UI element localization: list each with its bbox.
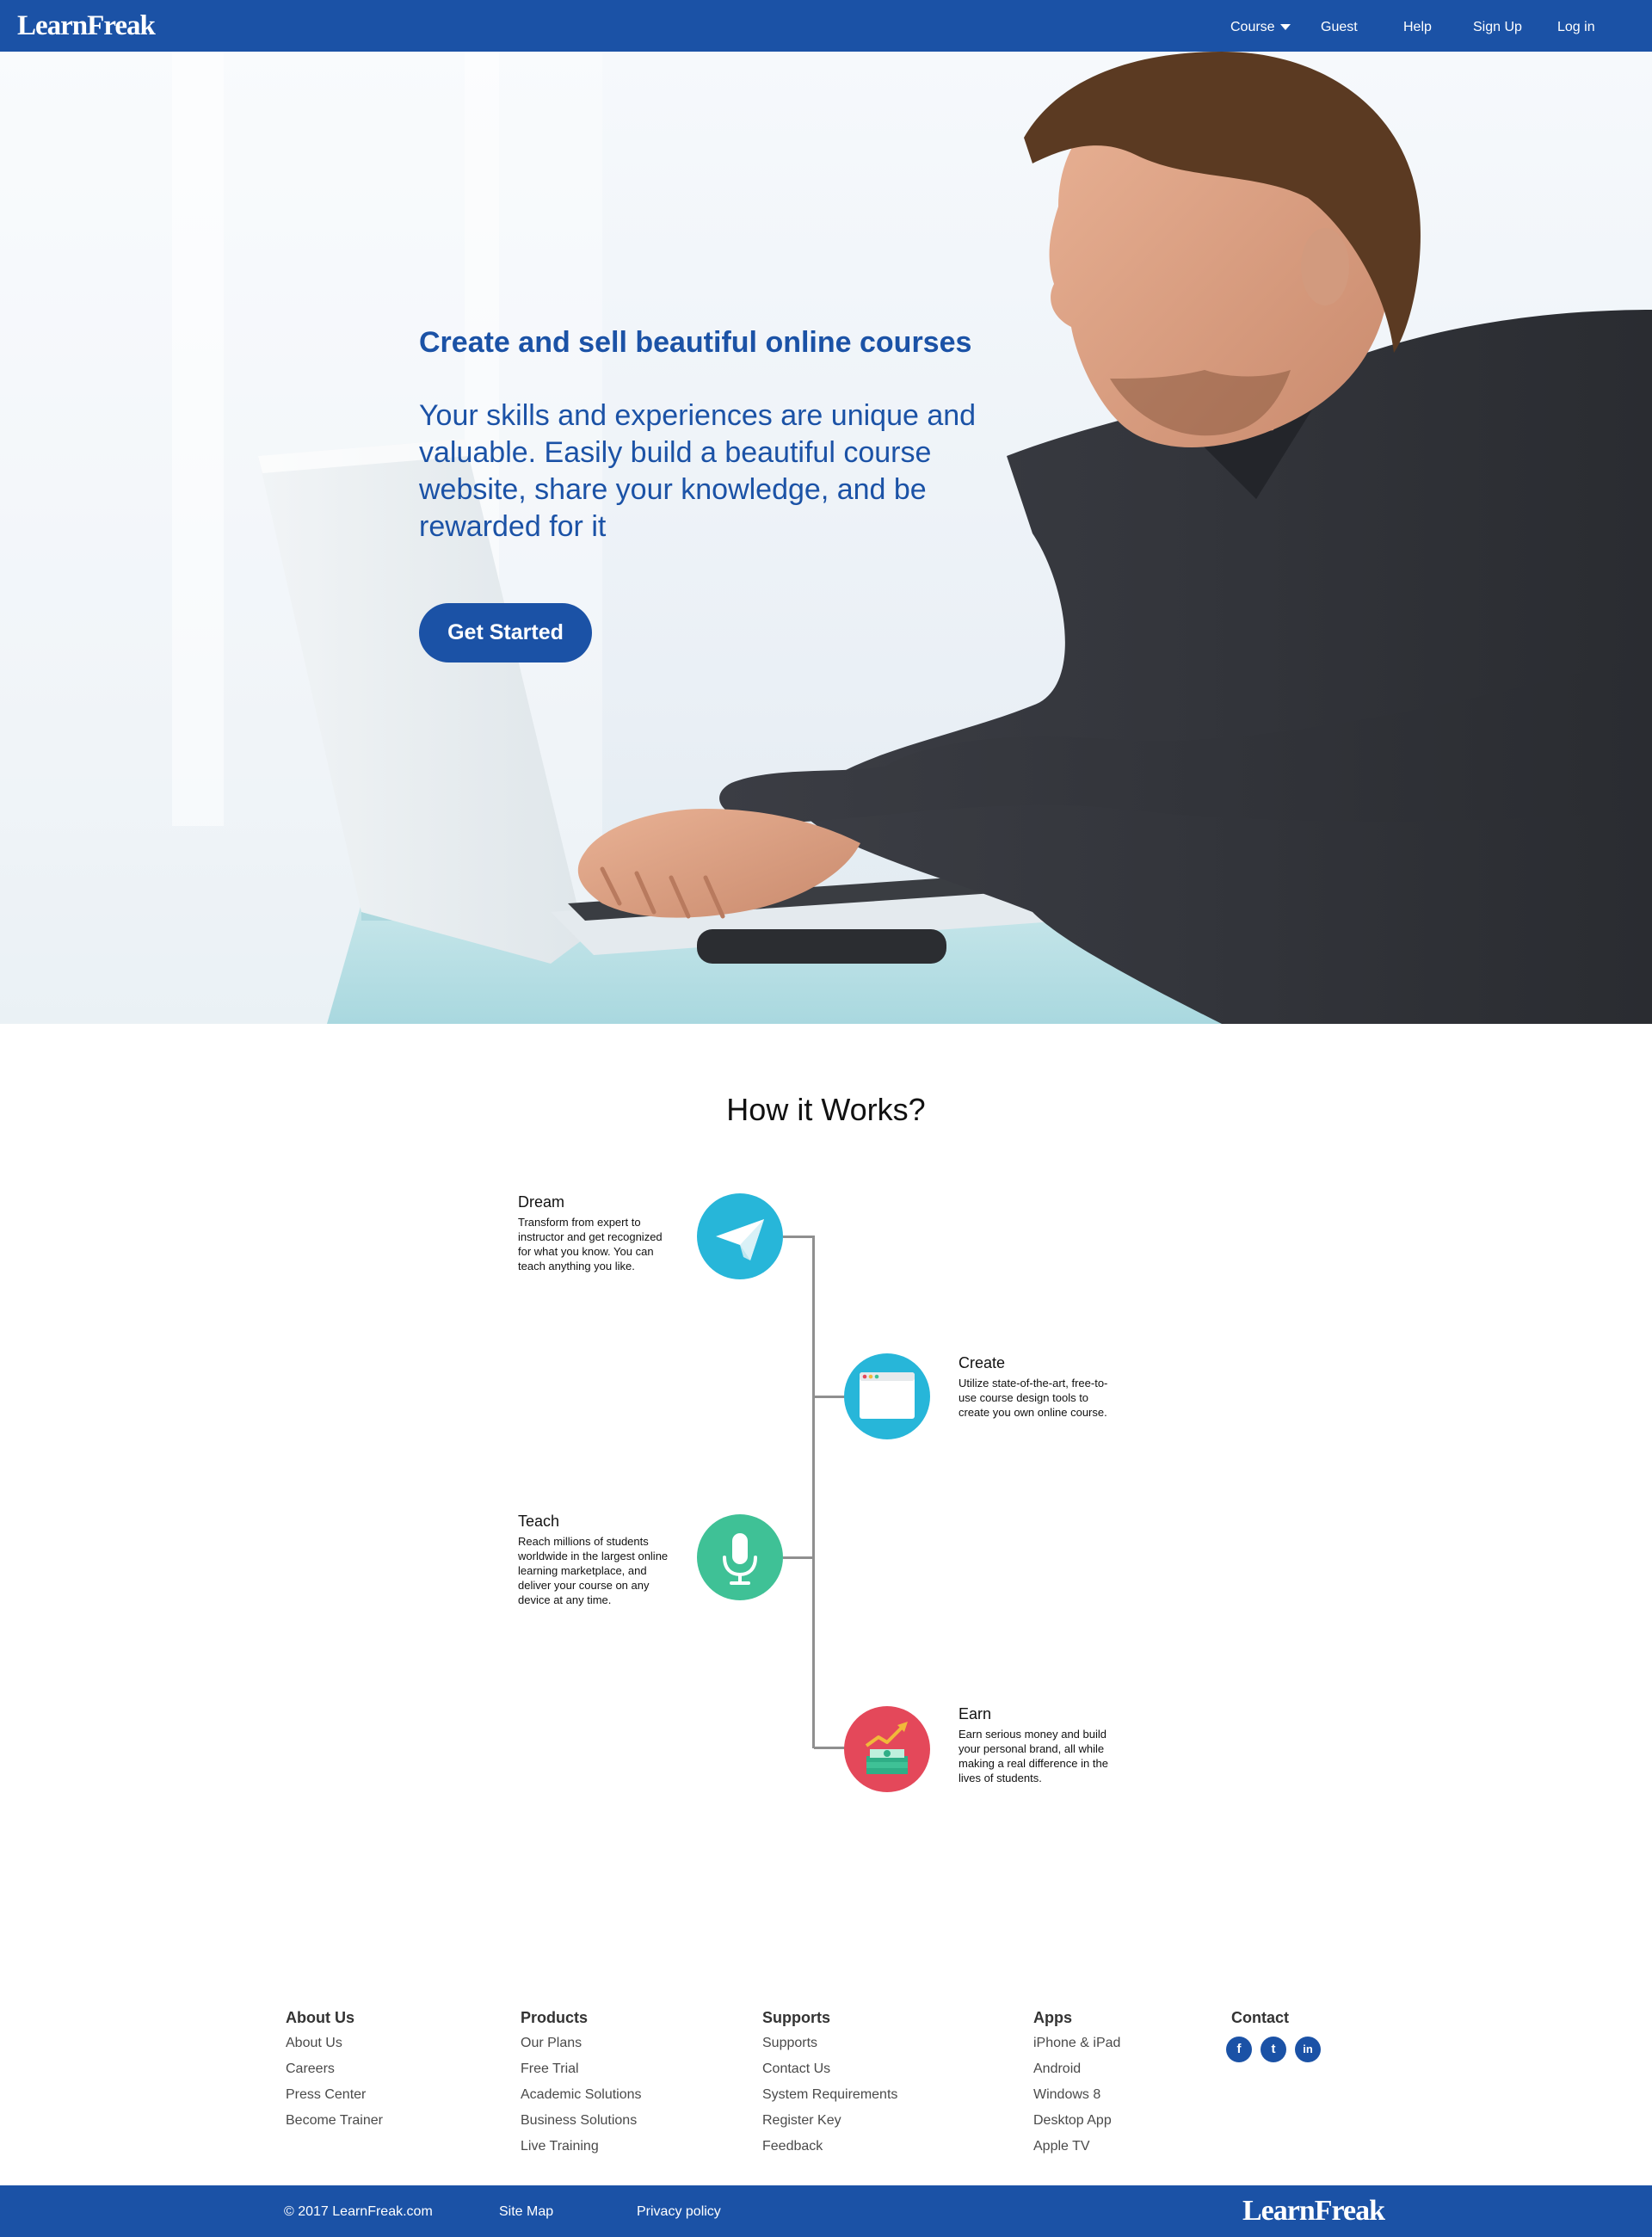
how-it-works-title: How it Works?	[726, 1092, 926, 1127]
footer-link-business-solutions[interactable]: Business Solutions	[521, 2112, 637, 2129]
footer-link-windows-8[interactable]: Windows 8	[1033, 2086, 1100, 2104]
create-circle	[844, 1353, 930, 1439]
step-description: Utilize state-of-the-art, free-to-use co…	[959, 1377, 1108, 1419]
connector-line	[783, 1236, 814, 1238]
connector-line	[812, 1236, 815, 1748]
footer-link-feedback[interactable]: Feedback	[762, 2138, 823, 2155]
nav-course-label: Course	[1230, 20, 1275, 34]
footer-link-android[interactable]: Android	[1033, 2061, 1081, 2078]
earn-circle	[844, 1706, 930, 1792]
nav-course-dropdown[interactable]: Course	[1230, 19, 1291, 36]
footer-link-apple-tv[interactable]: Apple TV	[1033, 2138, 1090, 2155]
get-started-button[interactable]: Get Started	[419, 603, 592, 662]
paper-plane-icon	[716, 1219, 764, 1260]
step-title: Create	[959, 1354, 1006, 1371]
step-title: Earn	[959, 1705, 992, 1722]
connector-line	[814, 1747, 845, 1749]
money-growth-icon	[865, 1722, 908, 1774]
footer-col-title-about: About Us	[286, 2009, 354, 2026]
hero-section: Create and sell beautiful online courses…	[0, 52, 1652, 1024]
step-title: Teach	[518, 1513, 560, 1530]
linkedin-icon[interactable]: in	[1295, 2037, 1321, 2062]
footer-col-title-contact: Contact	[1231, 2009, 1289, 2026]
footer-link-system-requirements[interactable]: System Requirements	[762, 2086, 897, 2104]
dream-circle	[697, 1193, 783, 1279]
footer-link-supports[interactable]: Supports	[762, 2035, 817, 2052]
step-description: Reach millions of students worldwide in …	[518, 1535, 669, 1606]
browser-window-icon	[860, 1372, 915, 1419]
footer-link-about-us[interactable]: About Us	[286, 2035, 342, 2052]
footer-link-desktop-app[interactable]: Desktop App	[1033, 2112, 1112, 2129]
nav-log-in[interactable]: Log in	[1557, 19, 1595, 36]
step-title: Dream	[518, 1193, 565, 1211]
footer-brand-logo[interactable]: LearnFreak	[1242, 2194, 1385, 2228]
caret-down-icon	[1279, 24, 1291, 31]
footer-col-title-supports: Supports	[762, 2009, 830, 2026]
footer-link-our-plans[interactable]: Our Plans	[521, 2035, 582, 2052]
twitter-icon[interactable]: t	[1261, 2037, 1286, 2062]
footer-link-become-trainer[interactable]: Become Trainer	[286, 2112, 383, 2129]
hero-title: Create and sell beautiful online courses	[419, 326, 972, 359]
footer-link-academic-solutions[interactable]: Academic Solutions	[521, 2086, 642, 2104]
microphone-icon	[723, 1533, 757, 1585]
site-map-link[interactable]: Site Map	[499, 2203, 553, 2221]
nav-guest[interactable]: Guest	[1321, 19, 1358, 36]
teach-circle	[697, 1514, 783, 1600]
footer-col-title-apps: Apps	[1033, 2009, 1072, 2026]
footer-link-free-trial[interactable]: Free Trial	[521, 2061, 579, 2078]
footer-col-title-products: Products	[521, 2009, 589, 2026]
copyright-text: © 2017 LearnFreak.com	[284, 2204, 433, 2219]
footer-link-press-center[interactable]: Press Center	[286, 2086, 366, 2104]
nav-sign-up[interactable]: Sign Up	[1473, 19, 1522, 36]
footer-link-register-key[interactable]: Register Key	[762, 2112, 841, 2129]
connector-line	[783, 1556, 814, 1559]
footer-link-live-training[interactable]: Live Training	[521, 2138, 599, 2155]
privacy-policy-link[interactable]: Privacy policy	[637, 2203, 721, 2221]
footer-link-careers[interactable]: Careers	[286, 2061, 335, 2078]
brand-logo[interactable]: LearnFreak	[17, 9, 156, 43]
footer-link-contact-us[interactable]: Contact Us	[762, 2061, 830, 2078]
step-description: Transform from expert to instructor and …	[518, 1216, 663, 1273]
hero-description: Your skills and experiences are unique a…	[419, 399, 977, 543]
footer-link-iphone-ipad[interactable]: iPhone & iPad	[1033, 2035, 1120, 2052]
nav-help[interactable]: Help	[1403, 19, 1432, 36]
bottom-bar: © 2017 LearnFreak.com Site Map Privacy p…	[0, 2185, 1652, 2237]
facebook-icon[interactable]: f	[1226, 2037, 1252, 2062]
step-description: Earn serious money and build your person…	[959, 1728, 1108, 1784]
top-navbar: LearnFreak Course Guest Help Sign Up Log…	[0, 0, 1652, 52]
connector-line	[814, 1396, 845, 1398]
